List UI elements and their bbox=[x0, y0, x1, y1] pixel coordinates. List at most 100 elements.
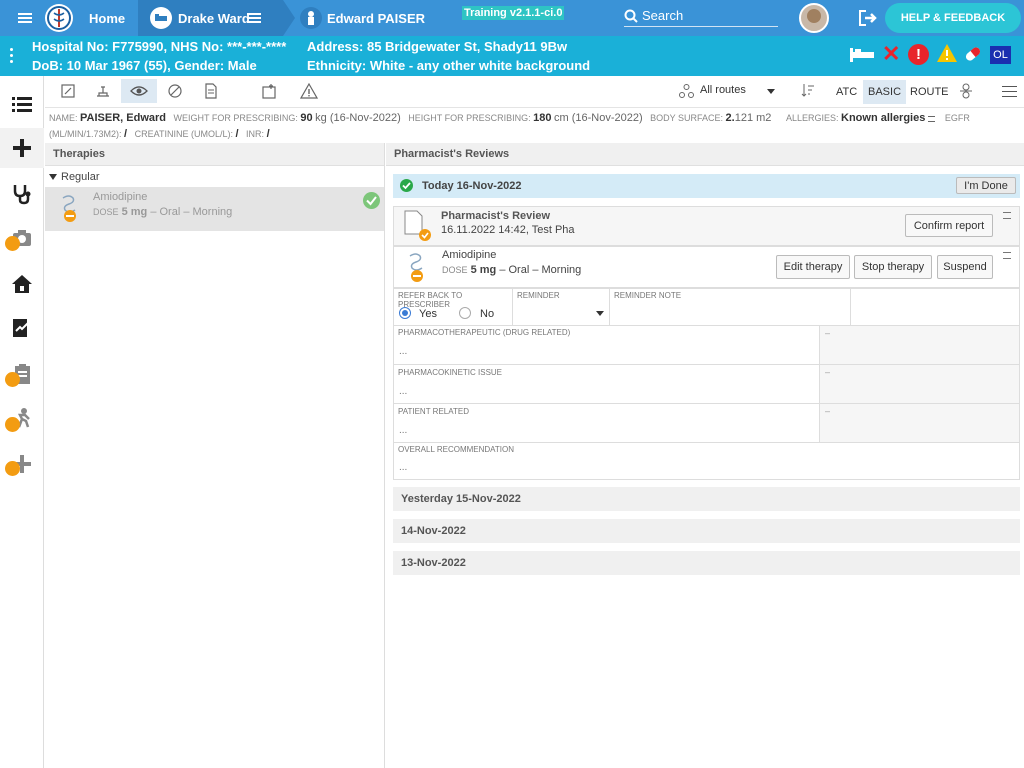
suspend-button[interactable]: Suspend bbox=[937, 255, 993, 279]
atc-tab[interactable]: ATC bbox=[832, 80, 861, 104]
hospital-number: Hospital No: F775990, NHS No: ***-***-**… bbox=[32, 39, 287, 54]
prescribe-view-icon[interactable] bbox=[50, 79, 86, 103]
ward-menu-icon[interactable] bbox=[247, 0, 261, 36]
review-title: Pharmacist's Review bbox=[441, 210, 551, 222]
sort-icon[interactable] bbox=[801, 83, 815, 102]
today-header: Today 16-Nov-2022 I'm Done bbox=[393, 174, 1020, 198]
empty-cell bbox=[850, 288, 1020, 326]
dash-text: – bbox=[825, 367, 831, 377]
patient-breadcrumb[interactable]: Edward PAISER bbox=[327, 0, 425, 36]
reminder-note-label: REMINDER NOTE bbox=[614, 291, 682, 300]
drug-menu-icon[interactable] bbox=[1003, 252, 1011, 259]
toolbar-menu-icon[interactable] bbox=[1002, 86, 1017, 97]
oral-drug-icon bbox=[59, 194, 81, 229]
bed-status-icon[interactable] bbox=[848, 46, 876, 67]
yes-radio[interactable] bbox=[399, 307, 411, 319]
dash-text: – bbox=[825, 328, 831, 338]
help-feedback-button[interactable]: HELP & FEEDBACK bbox=[885, 3, 1021, 33]
sidebar-stethoscope-icon[interactable] bbox=[0, 174, 44, 214]
confirm-report-button[interactable]: Confirm report bbox=[905, 214, 993, 237]
im-done-button[interactable]: I'm Done bbox=[956, 177, 1016, 194]
bsa-value: 2. bbox=[725, 112, 735, 124]
version-badge: Training v2.1.1-ci.0 bbox=[462, 6, 565, 20]
chevron-down-icon[interactable] bbox=[767, 89, 775, 94]
ol-badge[interactable]: OL bbox=[990, 46, 1011, 64]
overall-recommendation-label: OVERALL RECOMMENDATION bbox=[398, 445, 515, 454]
pill-view-icon[interactable] bbox=[157, 79, 193, 103]
order-sets-icon[interactable] bbox=[251, 79, 287, 103]
allergies-menu-icon[interactable] bbox=[927, 115, 935, 122]
no-label: No bbox=[480, 308, 495, 320]
edit-therapy-button[interactable]: Edit therapy bbox=[776, 255, 850, 279]
caduceus-logo-icon bbox=[45, 4, 73, 32]
alert-icon[interactable]: ! bbox=[908, 44, 929, 65]
weight-label: WEIGHT FOR PRESCRIBING: bbox=[173, 113, 298, 123]
sidebar-list-icon[interactable] bbox=[0, 84, 44, 124]
regular-group-toggle[interactable]: Regular bbox=[49, 171, 100, 183]
overall-recommendation-value: ... bbox=[399, 462, 408, 473]
allergies-value[interactable]: Known allergies bbox=[841, 112, 925, 124]
sidebar-sign-document-icon[interactable] bbox=[0, 308, 44, 348]
user-avatar[interactable] bbox=[799, 3, 829, 33]
patient-address: Address: 85 Bridgewater St, Shady11 9Bw bbox=[307, 39, 568, 54]
dose-label: DOSE bbox=[93, 207, 119, 217]
home-link[interactable]: Home bbox=[89, 0, 125, 36]
bsa-label: BODY SURFACE: bbox=[650, 113, 724, 123]
grouping-icon[interactable] bbox=[958, 83, 974, 104]
lock-icon bbox=[5, 461, 20, 476]
pharmacotherapeutic-field[interactable]: PHARMACOTHERAPEUTIC (DRUG RELATED) ... bbox=[393, 325, 820, 365]
routes-icon bbox=[679, 84, 694, 103]
reminder-note-field[interactable]: REMINDER NOTE bbox=[609, 288, 851, 326]
no-radio[interactable] bbox=[459, 307, 471, 319]
review-view-icon[interactable] bbox=[121, 79, 157, 103]
reminder-chevron-icon[interactable] bbox=[596, 311, 604, 316]
logout-icon[interactable] bbox=[858, 0, 878, 36]
route-tab[interactable]: ROUTE bbox=[906, 80, 953, 104]
ward-label[interactable]: Drake Ward bbox=[178, 0, 250, 36]
refer-back-field: REFER BACK TO PRESCRIBER Yes No bbox=[393, 288, 513, 326]
height-unit: cm (16-Nov-2022) bbox=[554, 112, 643, 124]
dose-value: 5 mg bbox=[121, 206, 148, 218]
review-drug-dose: DOSE 5 mg – Oral – Morning bbox=[442, 264, 581, 276]
review-menu-icon[interactable] bbox=[1003, 212, 1011, 219]
patient-menu-icon[interactable] bbox=[10, 48, 14, 64]
pill-icon[interactable] bbox=[962, 44, 984, 67]
date-section-13-nov[interactable]: 13-Nov-2022 bbox=[393, 551, 1020, 575]
document-view-icon[interactable] bbox=[193, 79, 229, 103]
lock-icon bbox=[5, 417, 20, 432]
patient-related-field[interactable]: PATIENT RELATED ... bbox=[393, 403, 820, 443]
pharmacokinetic-field[interactable]: PHARMACOKINETIC ISSUE ... bbox=[393, 364, 820, 404]
cancel-x-icon[interactable]: ✕ bbox=[882, 42, 900, 66]
menu-button[interactable] bbox=[18, 0, 32, 36]
egfr-value: / bbox=[124, 128, 128, 140]
pharmacotherapeutic-label: PHARMACOTHERAPEUTIC (DRUG RELATED) bbox=[398, 328, 571, 337]
administer-view-icon[interactable] bbox=[85, 79, 121, 103]
routes-select[interactable]: All routes bbox=[700, 84, 746, 96]
sidebar-add-icon[interactable] bbox=[0, 128, 44, 168]
reminder-label: REMINDER bbox=[517, 291, 560, 300]
stop-therapy-button[interactable]: Stop therapy bbox=[854, 255, 932, 279]
sidebar-home-icon[interactable] bbox=[0, 264, 44, 304]
view-toolbar: All routes ATC BASIC ROUTE bbox=[45, 76, 1024, 108]
review-drug-row: Amiodipine DOSE 5 mg – Oral – Morning Ed… bbox=[393, 246, 1020, 288]
height-label: HEIGHT FOR PRESCRIBING: bbox=[408, 113, 531, 123]
name-label: NAME: bbox=[49, 113, 78, 123]
warnings-view-icon[interactable] bbox=[291, 79, 327, 103]
date-section-14-nov[interactable]: 14-Nov-2022 bbox=[393, 519, 1020, 543]
person-icon bbox=[300, 0, 322, 36]
search-input[interactable]: Search bbox=[624, 5, 778, 27]
oral-drug-icon bbox=[406, 252, 428, 289]
basic-tab[interactable]: BASIC bbox=[863, 80, 907, 104]
therapy-row[interactable]: Amiodipine DOSE 5 mg – Oral – Morning bbox=[45, 187, 384, 231]
lock-icon bbox=[5, 372, 20, 387]
hamburger-icon bbox=[18, 13, 32, 23]
triangle-down-icon bbox=[49, 174, 57, 180]
warning-icon[interactable] bbox=[936, 43, 958, 66]
reminder-field[interactable]: REMINDER bbox=[512, 288, 610, 326]
review-drug-name: Amiodipine bbox=[442, 249, 497, 261]
review-dose-label: DOSE bbox=[442, 265, 468, 275]
date-section-yesterday[interactable]: Yesterday 15-Nov-2022 bbox=[393, 487, 1020, 511]
overall-recommendation-field[interactable]: OVERALL RECOMMENDATION ... bbox=[393, 442, 1020, 480]
lock-icon bbox=[5, 236, 20, 251]
pharmacotherapeutic-value: ... bbox=[399, 346, 408, 357]
